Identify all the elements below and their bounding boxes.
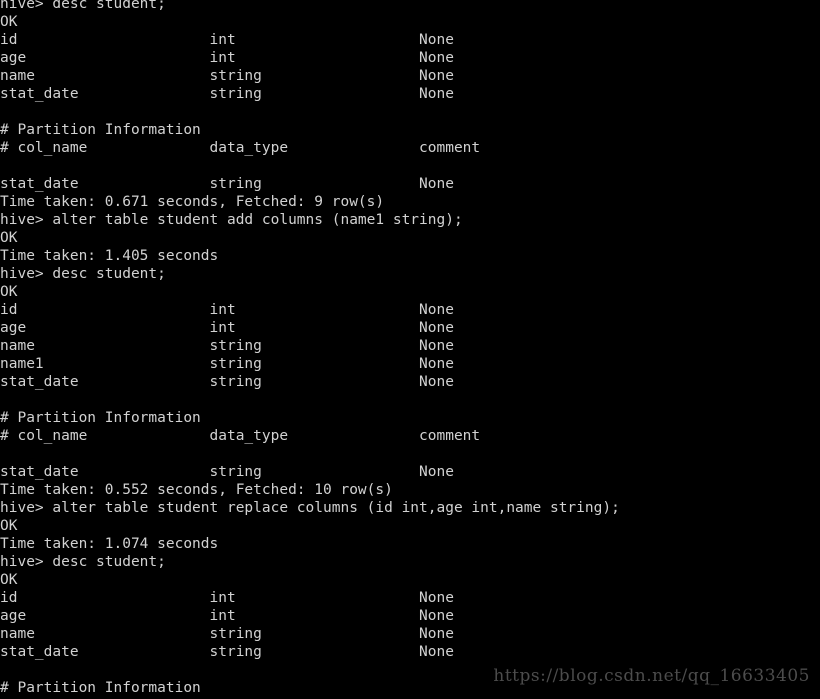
terminal-line: OK	[0, 14, 18, 30]
terminal-line: stat_date string None	[0, 176, 454, 192]
watermark-text: https://blog.csdn.net/qq_16633405	[493, 666, 810, 686]
terminal-line: OK	[0, 518, 18, 534]
terminal-line: hive> alter table student add columns (n…	[0, 212, 463, 228]
terminal-line: OK	[0, 572, 18, 588]
terminal-line: hive> desc student;	[0, 0, 166, 12]
terminal-line: OK	[0, 230, 18, 246]
terminal-line: stat_date string None	[0, 86, 454, 102]
terminal-line: # col_name data_type comment	[0, 428, 481, 444]
terminal-line: Time taken: 1.405 seconds	[0, 248, 219, 264]
terminal-line: stat_date string None	[0, 644, 454, 660]
terminal-line: id int None	[0, 302, 454, 318]
terminal-line: OK	[0, 284, 18, 300]
terminal-line: # Partition Information	[0, 122, 201, 138]
terminal-line: name string None	[0, 68, 454, 84]
terminal-line: # Partition Information	[0, 410, 201, 426]
terminal-line: Time taken: 0.552 seconds, Fetched: 10 r…	[0, 482, 393, 498]
terminal-line: Time taken: 0.671 seconds, Fetched: 9 ro…	[0, 194, 385, 210]
terminal-line: age int None	[0, 50, 454, 66]
terminal-line: hive> desc student;	[0, 266, 166, 282]
terminal-line: id int None	[0, 590, 454, 606]
terminal-line: Time taken: 1.074 seconds	[0, 536, 219, 552]
terminal-line: stat_date string None	[0, 464, 454, 480]
terminal-line: stat_date string None	[0, 374, 454, 390]
terminal-line: hive> desc student;	[0, 554, 166, 570]
terminal-line: # col_name data_type comment	[0, 140, 481, 156]
terminal-line: name string None	[0, 338, 454, 354]
terminal-line: age int None	[0, 320, 454, 336]
terminal-line: id int None	[0, 32, 454, 48]
terminal-line: name string None	[0, 626, 454, 642]
terminal-window[interactable]: hive> desc student; OK id int None age int …	[0, 0, 820, 699]
terminal-line: name1 string None	[0, 356, 454, 372]
terminal-output: hive> desc student; OK id int None age int …	[0, 0, 820, 697]
terminal-line: age int None	[0, 608, 454, 624]
terminal-line: hive> alter table student replace column…	[0, 500, 620, 516]
